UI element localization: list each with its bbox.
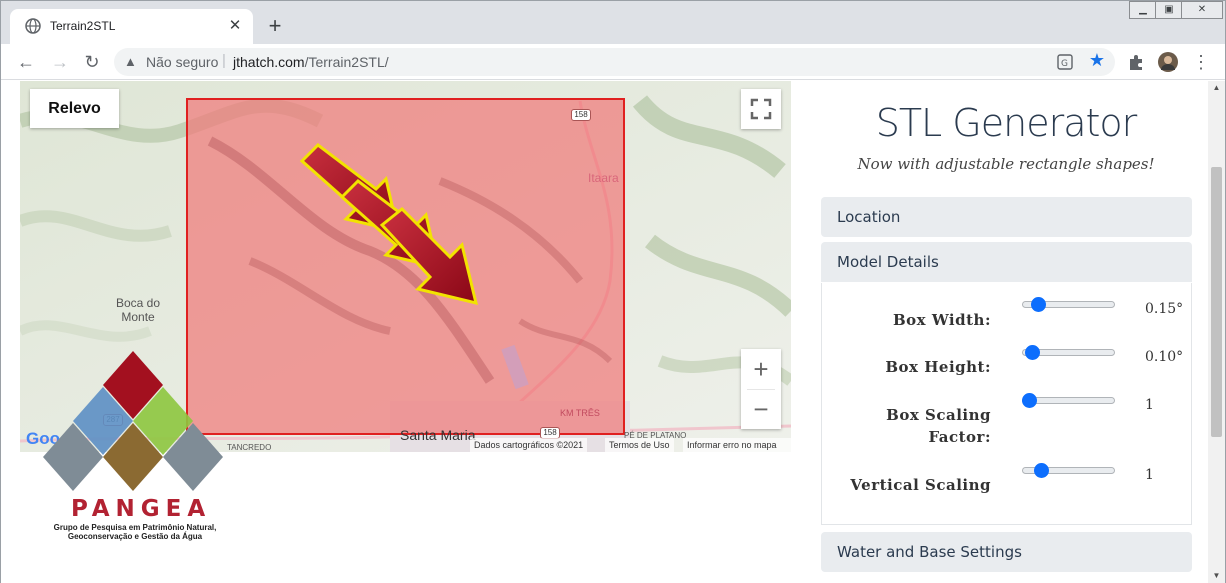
slider-thumb[interactable] [1034,463,1049,478]
scroll-up-icon[interactable]: ▲ [1208,81,1225,95]
url-host: jthatch.com [233,54,305,70]
forward-button[interactable]: → [48,50,72,74]
url-path: /Terrain2STL/ [304,54,389,70]
slider-thumb[interactable] [1031,297,1046,312]
caption-line: Grupo de Pesquisa em Patrimônio Natural, [53,523,217,532]
map-report-link[interactable]: Informar erro no mapa [683,438,791,452]
slider-thumb[interactable] [1025,345,1040,360]
stl-panel: STL Generator Now with adjustable rectan… [806,81,1206,583]
box-height-slider[interactable] [1022,345,1115,360]
section-water-base-settings[interactable]: Water and Base Settings [821,532,1192,572]
avatar[interactable] [1158,52,1178,72]
vertical-scaling-label: Vertical Scaling [850,476,991,494]
box-width-slider[interactable] [1022,297,1115,312]
vertical-scaling-value: 1 [1145,467,1154,483]
model-details-body: Box Width: 0.15° Box Height: 0.10° Box S… [821,283,1192,525]
caption-line: Geoconservação e Gestão da Água [67,532,203,541]
bookmark-star-icon[interactable]: ★ [1089,50,1105,71]
scrollbar-thumb[interactable] [1211,167,1222,437]
box-height-value: 0.10° [1145,349,1184,365]
road-shield: 158 [571,109,591,121]
vertical-scaling-slider[interactable] [1022,463,1115,478]
tab-title: Terrain2STL [50,19,116,33]
fullscreen-button[interactable] [741,89,781,129]
section-model-details[interactable]: Model Details [821,242,1192,282]
warning-icon: ▲ [124,54,137,69]
security-label[interactable]: Não seguro [146,54,218,70]
zoom-out-button[interactable]: − [741,389,781,429]
slider-thumb[interactable] [1022,393,1037,408]
url-text[interactable]: jthatch.com/Terrain2STL/ [233,54,389,70]
box-width-label: Box Width: [893,311,991,329]
page-scrollbar[interactable]: ▲ ▼ [1208,81,1225,583]
maximize-button[interactable]: ▣ [1155,1,1183,19]
box-width-value: 0.15° [1145,301,1184,317]
zoom-controls: + − [741,349,781,429]
divider: | [222,52,226,69]
pangea-logo: PANGEA Grupo de Pesquisa em Patrimônio N… [31,347,231,543]
address-bar[interactable]: ▲ Não seguro | jthatch.com/Terrain2STL/ … [114,48,1115,76]
map-attribution: Dados cartográficos ©2021 [470,438,588,452]
globe-icon [25,18,41,34]
tab-strip: Terrain2STL ✕ + ▁ ▣ ✕ [1,1,1225,44]
close-tab-icon[interactable]: ✕ [225,16,245,36]
tab-terrain2stl[interactable]: Terrain2STL ✕ [10,9,253,44]
section-location[interactable]: Location [821,197,1192,237]
map-label-line: Boca do [116,296,161,310]
map-label-line: Monte [121,310,155,324]
terrain-layer-button[interactable]: Relevo [30,89,119,128]
browser-window: Terrain2STL ✕ + ▁ ▣ ✕ ← → ↻ ▲ Não seguro… [0,0,1226,583]
map-label-itaara: Itaara [588,171,619,185]
fullscreen-icon [750,98,772,120]
new-tab-button[interactable]: + [263,14,287,38]
svg-text:G: G [1061,59,1068,69]
map-terms-link[interactable]: Termos de Uso [605,438,674,452]
extensions-icon[interactable] [1126,52,1146,72]
box-scaling-factor-slider[interactable] [1022,393,1115,408]
reload-button[interactable]: ↻ [80,50,104,74]
page-content: Relevo + − Itaara Boca do Monte Santa Ma… [1,81,1225,583]
map-label-tancredo: TANCREDO [227,443,272,452]
scroll-down-icon[interactable]: ▼ [1208,569,1225,583]
zoom-in-button[interactable]: + [741,349,781,389]
window-close-button[interactable]: ✕ [1181,1,1223,19]
page-title: STL Generator [875,101,1138,145]
box-scaling-factor-value: 1 [1145,397,1154,413]
back-button[interactable]: ← [14,50,38,74]
pangea-wordmark: PANGEA [71,496,212,522]
map-label-santa-maria: Santa Maria [400,427,476,443]
browser-toolbar: ← → ↻ ▲ Não seguro | jthatch.com/Terrain… [1,44,1225,80]
map-label-boca-do-monte: Boca do Monte [116,296,160,324]
map-label-km-tres: KM TRÊS [560,408,600,418]
menu-icon[interactable]: ⋮ [1189,50,1213,74]
box-scaling-factor-label: Box Scaling Factor: [886,406,991,446]
pangea-caption: Grupo de Pesquisa em Patrimônio Natural,… [35,523,235,541]
pangea-logo-mark [43,351,223,491]
box-height-label: Box Height: [885,358,991,376]
minimize-button[interactable]: ▁ [1129,1,1157,19]
translate-icon[interactable]: G [1057,54,1073,70]
page-subtitle: Now with adjustable rectangle shapes! [857,155,1155,173]
